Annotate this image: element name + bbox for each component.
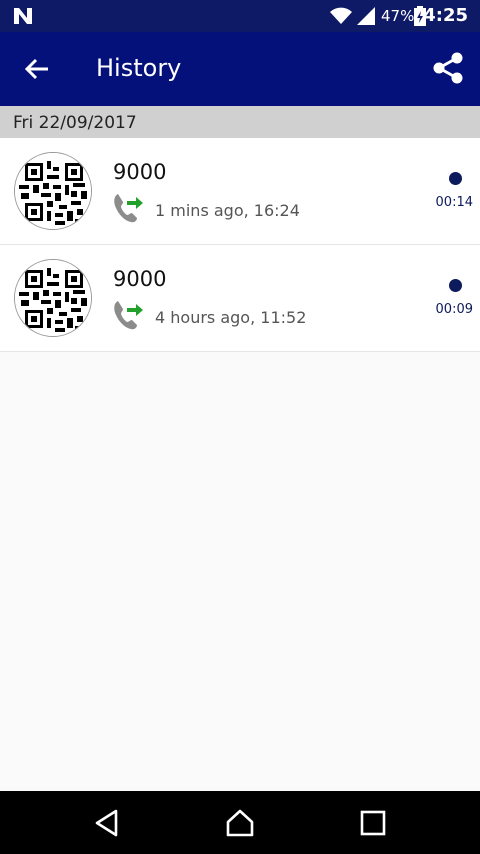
app-bar: History xyxy=(0,32,480,106)
nav-back-icon[interactable] xyxy=(92,808,122,838)
signal-icon xyxy=(357,7,375,25)
battery-percentage: 47% xyxy=(381,7,415,25)
back-arrow-icon[interactable] xyxy=(22,54,52,84)
status-bar: 47% 4:25 xyxy=(0,0,480,32)
wifi-icon xyxy=(330,7,352,24)
contact-name: 9000 xyxy=(113,267,167,291)
share-icon[interactable] xyxy=(430,50,466,86)
nav-recents-icon[interactable] xyxy=(358,808,388,838)
qr-code-icon xyxy=(15,153,91,229)
avatar xyxy=(14,152,92,230)
status-dot xyxy=(449,279,462,292)
call-time: 1 mins ago, 16:24 xyxy=(155,201,300,220)
page-title: History xyxy=(96,54,182,82)
avatar xyxy=(14,259,92,337)
date-header: Fri 22/09/2017 xyxy=(0,106,480,138)
system-nav-bar xyxy=(0,791,480,854)
outgoing-call-icon xyxy=(114,194,143,223)
nav-home-icon[interactable] xyxy=(225,808,255,838)
outgoing-call-icon xyxy=(114,301,143,330)
contact-name: 9000 xyxy=(113,160,167,184)
status-dot xyxy=(449,172,462,185)
call-time: 4 hours ago, 11:52 xyxy=(155,308,307,327)
qr-code-icon xyxy=(15,260,91,336)
status-clock: 4:25 xyxy=(423,5,468,26)
n-notification-icon xyxy=(14,8,32,24)
call-history-row[interactable]: 9000 4 hours ago, 11:52 00:09 xyxy=(0,245,480,352)
call-duration: 00:14 xyxy=(435,195,473,210)
call-duration: 00:09 xyxy=(435,302,473,317)
call-history-row[interactable]: 9000 1 mins ago, 16:24 00:14 xyxy=(0,138,480,245)
